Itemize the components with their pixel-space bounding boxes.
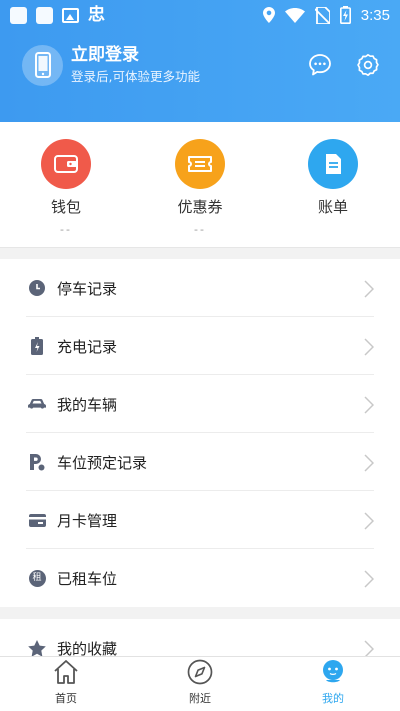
profile-icon [323, 660, 343, 683]
coupon-count: -- [194, 223, 206, 236]
menu-list: 停车记录 充电记录 我的车辆 车位预定记录 月卡管理 租 已租车位 [0, 259, 400, 607]
chevron-right-icon [364, 396, 374, 414]
tab-label: 首页 [55, 692, 77, 705]
list-item-label: 车位预定记录 [57, 453, 148, 472]
notification-icon [10, 6, 27, 24]
no-sim-icon [314, 6, 330, 24]
notification-icon [36, 6, 53, 24]
bottom-tab-bar: 首页 附近 我的 [0, 656, 400, 711]
login-entry[interactable]: 立即登录 登录后,可体验更多功能 [22, 44, 200, 86]
list-item-label: 已租车位 [57, 569, 118, 588]
app-notification-icon: 忠 [88, 4, 105, 25]
image-icon [62, 7, 79, 23]
tab-label: 附近 [189, 692, 211, 705]
parking-reserve-icon [28, 453, 46, 471]
chevron-right-icon [364, 512, 374, 530]
clock-icon [28, 279, 46, 297]
wallet-label: 钱包 [50, 198, 81, 216]
location-icon [262, 7, 275, 23]
chevron-right-icon [364, 338, 374, 356]
car-icon [28, 395, 46, 413]
coupon-button[interactable]: 优惠券 -- [150, 139, 250, 236]
profile-header: 忠 3:35 立即登录 登录后,可体验更多功能 [0, 0, 400, 122]
message-icon[interactable] [308, 53, 332, 77]
star-icon [28, 639, 46, 657]
wallet-button[interactable]: 钱包 -- [16, 139, 116, 236]
rent-badge-text: 租 [28, 569, 46, 587]
bill-label: 账单 [317, 198, 348, 216]
chevron-right-icon [364, 570, 374, 588]
rent-badge-icon: 租 [28, 569, 46, 587]
coupon-icon [175, 139, 225, 189]
list-item-reservation-records[interactable]: 车位预定记录 [0, 433, 400, 491]
list-item-charging-records[interactable]: 充电记录 [0, 317, 400, 375]
battery-charge-icon [28, 337, 46, 355]
wallet-icon [41, 139, 91, 189]
card-icon [28, 511, 46, 529]
status-bar: 忠 3:35 [0, 0, 400, 30]
list-item-rented-spots[interactable]: 租 已租车位 [0, 549, 400, 607]
chevron-right-icon [364, 454, 374, 472]
battery-icon [339, 6, 351, 24]
clock-time: 3:35 [360, 6, 390, 24]
compass-icon [187, 659, 213, 685]
wallet-balance: -- [60, 223, 72, 236]
list-item-label: 充电记录 [57, 337, 118, 356]
list-item-label: 月卡管理 [57, 511, 118, 530]
chevron-right-icon [364, 280, 374, 298]
tab-home[interactable]: 首页 [36, 659, 96, 706]
list-item-label: 我的车辆 [57, 395, 118, 414]
home-icon [54, 660, 78, 684]
phone-icon [34, 52, 51, 78]
login-title[interactable]: 立即登录 [71, 44, 200, 66]
menu-list-secondary: 我的收藏 [0, 619, 400, 658]
list-item-my-vehicles[interactable]: 我的车辆 [0, 375, 400, 433]
list-item-monthly-card[interactable]: 月卡管理 [0, 491, 400, 549]
list-item-parking-records[interactable]: 停车记录 [0, 259, 400, 317]
settings-gear-icon[interactable] [356, 53, 380, 77]
list-item-label: 停车记录 [57, 279, 118, 298]
wifi-icon [284, 7, 305, 23]
bill-icon [308, 139, 358, 189]
coupon-label: 优惠券 [177, 198, 223, 216]
tab-mine[interactable]: 我的 [303, 659, 363, 706]
avatar[interactable] [22, 44, 63, 86]
tab-nearby[interactable]: 附近 [170, 659, 230, 706]
quick-actions: 钱包 -- 优惠券 -- 账单 [0, 122, 400, 248]
tab-label: 我的 [322, 692, 344, 705]
login-subtitle: 登录后,可体验更多功能 [71, 69, 200, 84]
bill-button[interactable]: 账单 [283, 139, 383, 217]
